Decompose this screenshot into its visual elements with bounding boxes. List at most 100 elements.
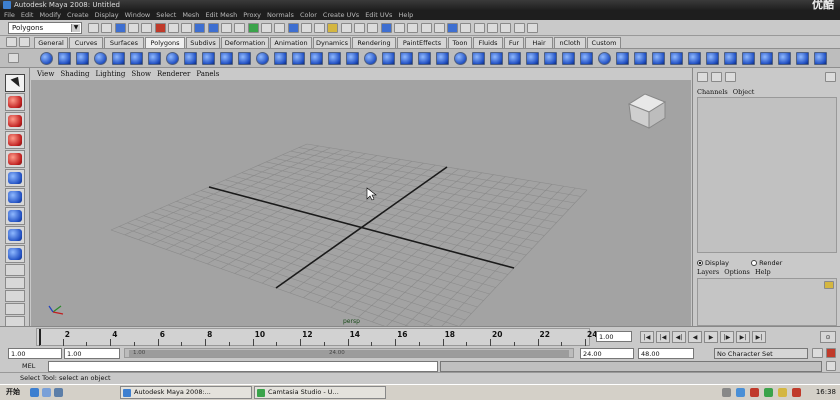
status-tool-icon[interactable] [287,23,299,33]
menu-proxy[interactable]: Proxy [243,11,261,19]
play-backwards-button[interactable]: ◀ [688,331,702,343]
perspective-viewport[interactable]: persp [31,80,691,326]
time-ruler[interactable]: 2 4 6 8 10 12 14 16 18 20 22 24 [36,328,597,346]
shelf-polygon-tool-icon[interactable] [580,52,593,65]
view-cube-icon[interactable] [627,93,667,129]
status-tool-icon[interactable] [167,23,179,33]
quick-layout-button[interactable] [5,277,25,289]
polygon-tool-button[interactable] [5,245,25,263]
go-to-end-button[interactable]: ▶| [752,331,766,343]
status-tool-icon[interactable] [487,23,498,33]
status-tool-icon[interactable] [88,23,99,33]
tray-antivirus-icon[interactable] [750,388,759,397]
move-tool-button[interactable] [5,131,25,149]
paint-select-tool-button[interactable] [5,112,25,130]
anim-prefs-icon[interactable]: ⊙ [820,331,836,343]
status-tool-icon[interactable] [354,23,365,33]
range-slider-handle[interactable]: 1.00 24.00 [129,350,569,357]
status-tool-icon[interactable] [460,23,472,33]
shelf-menu-icon[interactable] [6,37,17,47]
select-tool-button[interactable] [5,74,25,92]
quicklaunch-ie-icon[interactable] [30,388,39,397]
step-forward-key-button[interactable]: ▶| [736,331,750,343]
shelf-tab-curves[interactable]: Curves [69,37,103,48]
menu-mesh[interactable]: Mesh [182,11,199,19]
menu-modify[interactable]: Modify [39,11,61,19]
status-tool-icon[interactable] [500,23,512,33]
layers-menu[interactable]: Layers [697,268,719,276]
shelf-polygon-tool-icon[interactable] [688,52,701,65]
shelf-tab-rendering[interactable]: Rendering [352,37,396,48]
object-menu[interactable]: Object [733,88,755,96]
shelf-tab-hair[interactable]: Hair [525,37,553,48]
shelf-tab-toon[interactable]: Toon [448,37,472,48]
tray-k-icon[interactable] [792,388,801,397]
shelf-polygon-tool-icon[interactable] [166,52,179,65]
menu-set-selector[interactable]: Polygons ▼ [8,22,82,34]
panel-menu-lighting[interactable]: Lighting [96,70,126,78]
menu-normals[interactable]: Normals [267,11,294,19]
shelf-polygon-tool-icon[interactable] [724,52,737,65]
shelf-polygon-tool-icon[interactable] [490,52,503,65]
shelf-polygon-tool-icon[interactable] [598,52,611,65]
status-tool-icon[interactable] [314,23,326,33]
quicklaunch-folder-icon[interactable] [54,388,63,397]
soft-mod-tool-button[interactable] [5,207,25,225]
shelf-tab-fluids[interactable]: Fluids [473,37,503,48]
script-editor-icon[interactable] [826,361,836,371]
new-layer-icon[interactable] [824,281,834,289]
shelf-polygon-tool-icon[interactable] [670,52,683,65]
shelf-polygon-tool-icon[interactable] [58,52,71,65]
status-tool-icon[interactable] [407,23,419,33]
tray-network-icon[interactable] [722,388,731,397]
render-radio[interactable] [751,260,758,266]
shelf-polygon-tool-icon[interactable] [760,52,773,65]
shelf-polygon-tool-icon[interactable] [220,52,233,65]
status-tool-icon[interactable] [473,23,485,33]
shelf-polygon-tool-icon[interactable] [472,52,485,65]
shelf-tab-painteffects[interactable]: PaintEffects [397,37,447,48]
shelf-polygon-tool-icon[interactable] [310,52,323,65]
channel-box-toggle-icon[interactable] [697,72,708,82]
shelf-tab-surfaces[interactable]: Surfaces [104,37,144,48]
status-tool-icon[interactable] [234,23,246,33]
rotate-tool-button[interactable] [5,150,25,168]
step-forward-frame-button[interactable]: |▶ [720,331,734,343]
status-tool-icon[interactable] [526,23,538,33]
shelf-polygon-tool-icon[interactable] [184,52,197,65]
shelf-polygon-tool-icon[interactable] [40,52,53,65]
channels-menu[interactable]: Channels [697,88,728,96]
menu-window[interactable]: Window [125,11,151,19]
status-tool-icon[interactable] [221,23,232,33]
status-tool-icon[interactable] [393,23,405,33]
scale-tool-button[interactable] [5,169,25,187]
status-tool-icon[interactable] [513,23,525,33]
status-tool-icon[interactable] [207,23,219,33]
shelf-polygon-tool-icon[interactable] [292,52,305,65]
auto-key-icon[interactable] [826,348,836,358]
shelf-options-icon[interactable] [8,53,19,63]
shelf-tab-ncloth[interactable]: nCloth [554,37,586,48]
shelf-polygon-tool-icon[interactable] [238,52,251,65]
shelf-polygon-tool-icon[interactable] [130,52,143,65]
panel-menu-panels[interactable]: Panels [196,70,219,78]
manipulator-tool-button[interactable] [5,188,25,206]
shelf-polygon-tool-icon[interactable] [778,52,791,65]
shelf-polygon-tool-icon[interactable] [814,52,827,65]
lasso-tool-button[interactable] [5,93,25,111]
shelf-polygon-tool-icon[interactable] [256,52,269,65]
menu-select[interactable]: Select [156,11,176,19]
status-tool-icon[interactable] [260,23,272,33]
menu-file[interactable]: File [4,11,15,19]
status-tool-icon[interactable] [433,23,445,33]
status-tool-icon[interactable] [194,23,206,33]
status-tool-icon[interactable] [300,23,312,33]
character-icon[interactable] [812,348,823,358]
shelf-polygon-tool-icon[interactable] [382,52,395,65]
menu-edit-mesh[interactable]: Edit Mesh [205,11,237,19]
shelf-tab-polygons[interactable]: Polygons [145,37,185,48]
step-back-frame-button[interactable]: ◀| [672,331,686,343]
mel-label[interactable]: MEL [22,362,35,370]
shelf-tabs-icon[interactable] [19,37,30,47]
current-frame-field[interactable]: 1.00 [596,331,632,342]
